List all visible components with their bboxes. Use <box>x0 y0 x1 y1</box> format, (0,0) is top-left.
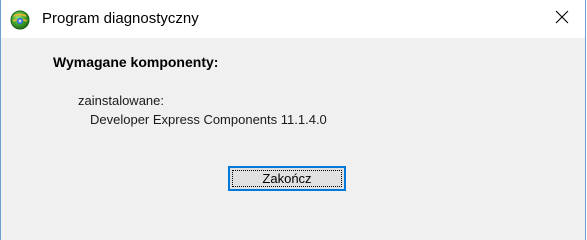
required-components-heading: Wymagane komponenty: <box>53 54 219 70</box>
component-list-item: Developer Express Components 11.1.4.0 <box>90 112 327 127</box>
installed-status-label: zainstalowane: <box>78 93 164 108</box>
title-bar[interactable]: Program diagnostyczny <box>1 0 585 38</box>
close-icon <box>555 10 569 29</box>
window-title: Program diagnostyczny <box>42 10 199 27</box>
finish-button[interactable]: Zakończ <box>228 166 346 191</box>
app-globe-icon <box>10 10 30 30</box>
dialog-window: Program diagnostyczny Wymagane komponent… <box>0 0 586 240</box>
close-window-button[interactable] <box>539 0 585 38</box>
finish-button-label: Zakończ <box>232 170 342 187</box>
